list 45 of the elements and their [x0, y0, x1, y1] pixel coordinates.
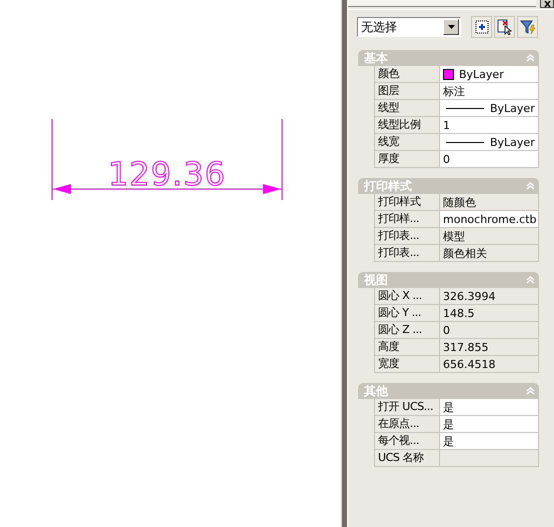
value-text: ByLayer	[490, 102, 535, 114]
collapse-icon	[526, 54, 535, 62]
dimension-drawing: 129.36	[49, 116, 285, 202]
select-objects-button[interactable]	[471, 16, 492, 38]
property-value-cell[interactable]: ByLayer	[440, 66, 539, 82]
property-value-cell[interactable]: ByLayer	[440, 134, 539, 150]
collapse-icon	[526, 276, 535, 284]
value-text: 326.3994	[443, 290, 496, 302]
value-text: 656.4518	[443, 358, 496, 370]
value-text: 1	[443, 118, 450, 132]
value-text: 是	[443, 400, 454, 414]
value-text: ByLayer	[490, 136, 535, 148]
value-text: 随颜色	[443, 194, 476, 210]
selection-dropdown[interactable]: 无选择	[357, 17, 461, 37]
property-value-cell[interactable]: 是	[440, 416, 539, 432]
value-text: ByLayer	[459, 68, 504, 80]
collapse-icon	[526, 182, 535, 190]
value-text: 0	[443, 152, 450, 166]
property-value-cell[interactable]: 颜色相关	[440, 245, 539, 261]
collapse-icon	[526, 387, 535, 395]
close-icon	[544, 1, 550, 7]
property-value-cell[interactable]: 0	[440, 151, 539, 167]
property-value-cell[interactable]: 标注	[440, 83, 539, 99]
value-text: 148.5	[443, 306, 474, 320]
property-value-cell[interactable]: monochrome.ctb	[440, 211, 539, 227]
pick-button[interactable]	[494, 16, 515, 38]
plus-box-icon	[474, 20, 488, 34]
value-text: 是	[443, 416, 454, 432]
value-text: 0	[443, 324, 450, 336]
value-text: 模型	[443, 228, 465, 244]
cursor-icon	[496, 19, 512, 35]
property-value-cell[interactable]: 1	[440, 117, 539, 133]
value-text: 标注	[443, 84, 465, 98]
value-text: 317.855	[443, 340, 488, 354]
filter-button[interactable]	[517, 16, 538, 38]
dropdown-arrow-icon	[448, 25, 454, 29]
property-value-cell[interactable]: 是	[440, 433, 539, 449]
value-text: 是	[443, 434, 454, 448]
funnel-icon	[520, 19, 536, 35]
property-value-cell[interactable]: ByLayer	[440, 100, 539, 116]
close-button[interactable]	[540, 0, 554, 8]
value-text: 颜色相关	[443, 246, 487, 260]
property-value-cell[interactable]: 模型	[440, 228, 539, 244]
value-text: monochrome.ctb	[443, 212, 536, 226]
property-value-cell[interactable]: 是	[440, 399, 539, 415]
